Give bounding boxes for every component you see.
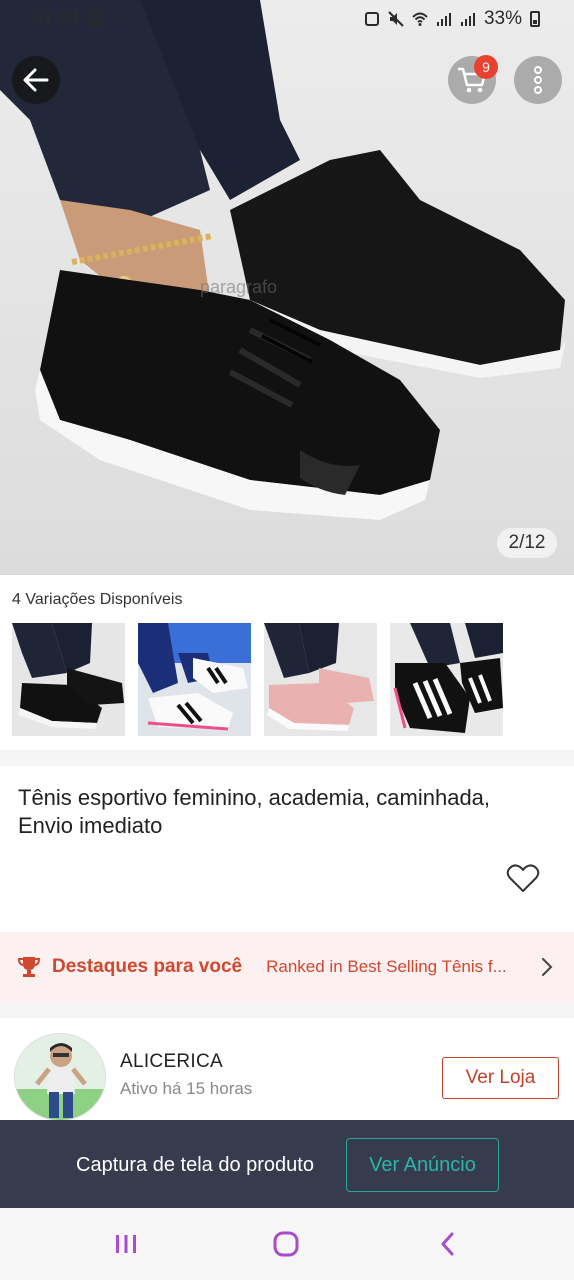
variation-thumb-black[interactable] bbox=[12, 623, 125, 736]
recents-button[interactable] bbox=[110, 1230, 142, 1258]
more-vertical-icon bbox=[534, 66, 542, 94]
back-icon bbox=[441, 1232, 454, 1256]
signal-icon bbox=[436, 13, 451, 26]
section-divider bbox=[0, 750, 574, 766]
avatar-icon bbox=[15, 1034, 105, 1120]
chevron-right-icon bbox=[542, 958, 553, 976]
home-icon bbox=[273, 1231, 299, 1257]
system-back-button[interactable] bbox=[432, 1230, 464, 1258]
status-bar: 01:54 33% bbox=[0, 0, 574, 38]
image-counter: 2/12 bbox=[496, 527, 558, 559]
store-activity-status: Ativo há 15 horas bbox=[120, 1079, 253, 1098]
screenshot-capture-bar: Captura de tela do produto Ver Anúncio bbox=[0, 1120, 574, 1208]
capture-bar-text: Captura de tela do produto bbox=[76, 1154, 314, 1176]
product-title-section: Tênis esportivo feminino, academia, cami… bbox=[0, 766, 574, 932]
heart-icon[interactable] bbox=[506, 864, 540, 894]
home-button[interactable] bbox=[270, 1230, 302, 1258]
mute-icon bbox=[388, 11, 404, 27]
wifi-icon bbox=[412, 12, 428, 26]
trophy-icon bbox=[18, 957, 40, 977]
store-section: ALICERICA Ativo há 15 horas Ver Loja bbox=[0, 1018, 574, 1121]
battery-icon bbox=[530, 11, 540, 27]
black-sneaker-thumbnail-icon bbox=[12, 623, 125, 736]
variation-thumb-white[interactable] bbox=[138, 623, 251, 736]
back-button[interactable] bbox=[12, 56, 60, 104]
variation-thumb-pink[interactable] bbox=[264, 623, 377, 736]
product-title: Tênis esportivo feminino, academia, cami… bbox=[18, 785, 491, 838]
data-saver-icon bbox=[87, 11, 104, 27]
more-options-button[interactable] bbox=[514, 56, 562, 104]
recycle-notification-icon bbox=[364, 12, 379, 26]
signal-icon-2 bbox=[460, 13, 475, 26]
highlights-banner[interactable]: Destaques para você Ranked in Best Selli… bbox=[0, 932, 574, 1002]
system-navigation-bar bbox=[0, 1208, 574, 1280]
highlights-ranking: Ranked in Best Selling Tênis f... bbox=[266, 957, 507, 976]
variations-section: 4 Variações Disponíveis bbox=[0, 575, 574, 750]
cart-count-badge: 9 bbox=[474, 55, 498, 79]
battery-percent: 33% bbox=[483, 8, 522, 29]
variation-thumb-black-white-stripe[interactable] bbox=[390, 623, 503, 736]
section-divider bbox=[0, 1002, 574, 1018]
store-name: ALICERICA bbox=[120, 1051, 224, 1072]
variations-title: 4 Variações Disponíveis bbox=[12, 591, 183, 608]
recents-icon bbox=[116, 1235, 136, 1253]
highlights-label: Destaques para você bbox=[52, 956, 243, 977]
pink-sneaker-thumbnail-icon bbox=[264, 623, 377, 736]
view-store-button[interactable]: Ver Loja bbox=[442, 1057, 559, 1099]
white-sneaker-thumbnail-icon bbox=[138, 623, 251, 736]
arrow-left-icon bbox=[23, 68, 49, 92]
store-avatar[interactable] bbox=[14, 1033, 106, 1121]
status-time: 01:54 bbox=[32, 8, 80, 29]
view-listing-button[interactable]: Ver Anúncio bbox=[346, 1138, 499, 1192]
black-white-stripe-sneaker-thumbnail-icon bbox=[390, 623, 503, 736]
image-watermark: paragrafo bbox=[200, 277, 278, 297]
